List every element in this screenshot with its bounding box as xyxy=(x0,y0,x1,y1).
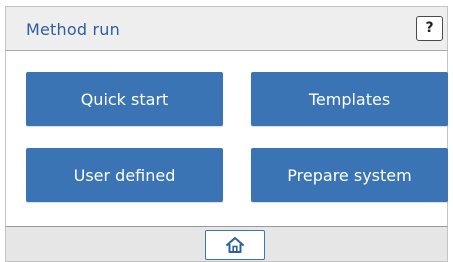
home-button[interactable] xyxy=(205,230,265,260)
header-bar: Method run ? xyxy=(5,6,448,51)
templates-label: Templates xyxy=(308,89,391,109)
user-defined-button[interactable]: User defined xyxy=(26,148,223,202)
footer-bar xyxy=(5,226,448,262)
templates-button[interactable]: Templates xyxy=(251,72,448,126)
method-options-panel: Quick start Templates User defined Prepa… xyxy=(5,51,448,226)
home-icon xyxy=(226,237,244,253)
help-button[interactable]: ? xyxy=(416,16,443,41)
prepare-system-button[interactable]: Prepare system xyxy=(251,148,448,202)
user-defined-label: User defined xyxy=(73,165,176,185)
method-run-screen: Method run ? Quick start Templates User … xyxy=(0,0,453,262)
page-title: Method run xyxy=(26,20,120,39)
quick-start-button[interactable]: Quick start xyxy=(26,72,223,126)
quick-start-label: Quick start xyxy=(80,89,169,109)
prepare-system-label: Prepare system xyxy=(287,165,412,185)
